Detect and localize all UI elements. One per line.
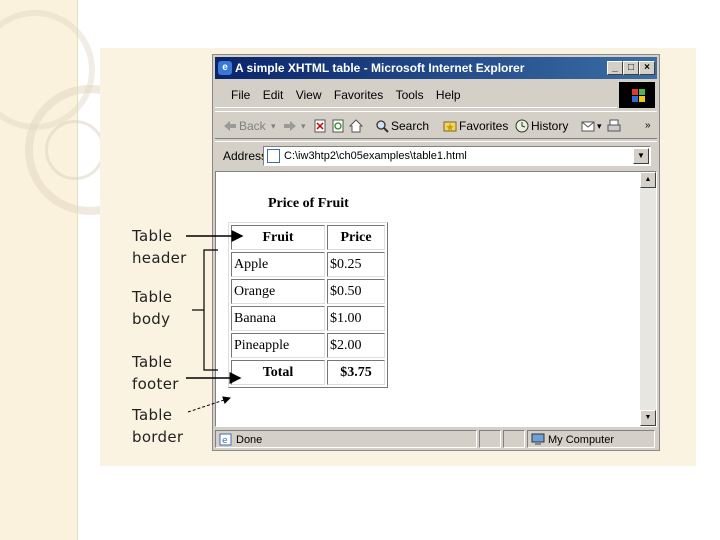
favorites-button[interactable]: Favorites [459, 112, 508, 140]
home-icon[interactable] [349, 119, 363, 133]
menu-tools[interactable]: Tools [396, 82, 424, 108]
annotation-line: body [132, 310, 171, 328]
stop-icon[interactable] [313, 119, 327, 133]
table-cell: $2.00 [327, 333, 385, 358]
menu-favorites[interactable]: Favorites [334, 82, 383, 108]
status-zone: My Computer [548, 434, 615, 446]
annotation-table-footer: Table footer [132, 351, 179, 395]
forward-dropdown-icon[interactable]: ▾ [301, 112, 306, 140]
maximize-button[interactable]: □ [623, 61, 639, 75]
address-dropdown-icon[interactable]: ▼ [633, 148, 649, 164]
table-row: Banana $1.00 [231, 306, 385, 331]
menu-file[interactable]: File [231, 82, 250, 108]
search-button[interactable]: Search [391, 112, 429, 140]
annotation-line: Table [132, 406, 173, 424]
scroll-up-icon[interactable]: ▲ [640, 172, 656, 188]
table-row: Apple $0.25 [231, 252, 385, 277]
table-row: Orange $0.50 [231, 279, 385, 304]
address-input[interactable]: C:\iw3htp2\ch05examples\table1.html ▼ [263, 146, 651, 166]
internet-explorer-icon: e [218, 61, 232, 75]
annotation-line: border [132, 428, 184, 446]
search-icon [376, 120, 389, 133]
status-pane [479, 430, 501, 448]
table-cell: $1.00 [327, 306, 385, 331]
refresh-icon[interactable] [331, 119, 345, 133]
toolbar: Back ▾ ▾ Search Favorites History ▾ » [215, 111, 657, 139]
menu-bar: File Edit View Favorites Tools Help [215, 82, 617, 108]
windows-logo-icon [619, 82, 655, 108]
favorites-icon [443, 121, 457, 132]
annotation-table-body: Table body [132, 286, 172, 330]
table-cell: Banana [231, 306, 325, 331]
table-header-row: Fruit Price [231, 225, 385, 250]
table-cell: Orange [231, 279, 325, 304]
back-arrow-icon [224, 121, 236, 131]
mail-dropdown-icon[interactable]: ▾ [597, 112, 602, 140]
footer-cell: $3.75 [327, 360, 385, 385]
table-caption: Price of Fruit [268, 196, 349, 211]
fruit-price-table: Fruit Price Total $3.75 Apple $0.25 Oran… [228, 222, 388, 388]
left-decorative-band [0, 0, 155, 540]
svg-text:e: e [222, 436, 228, 446]
address-value: C:\iw3htp2\ch05examples\table1.html [284, 150, 467, 162]
vertical-scrollbar[interactable]: ▲ ▼ [640, 172, 656, 426]
status-zone-pane: My Computer [527, 430, 655, 448]
status-bar: e Done My Computer [215, 429, 657, 449]
title-bar[interactable]: e A simple XHTML table - Microsoft Inter… [215, 57, 657, 79]
history-icon [515, 119, 529, 133]
table-cell: $0.50 [327, 279, 385, 304]
annotation-line: Table [132, 288, 173, 306]
annotation-table-header: Table header [132, 225, 187, 269]
table-cell: $0.25 [327, 252, 385, 277]
status-text: Done [236, 434, 263, 446]
scroll-down-icon[interactable]: ▼ [640, 410, 656, 426]
annotation-line: footer [132, 375, 179, 393]
print-icon[interactable] [607, 119, 621, 133]
table-cell: Apple [231, 252, 325, 277]
address-label: Address [223, 149, 268, 163]
history-button[interactable]: History [531, 112, 568, 140]
page-icon [267, 149, 280, 163]
back-dropdown-icon[interactable]: ▾ [271, 112, 276, 140]
status-pane [503, 430, 525, 448]
menu-edit[interactable]: Edit [263, 82, 284, 108]
decorative-ring [45, 120, 105, 180]
annotation-table-border: Table border [132, 404, 183, 448]
table-row: Pineapple $2.00 [231, 333, 385, 358]
header-cell: Price [327, 225, 385, 250]
annotation-line: Table [132, 227, 173, 245]
window-title: A simple XHTML table - Microsoft Interne… [235, 61, 525, 75]
menu-view[interactable]: View [296, 82, 322, 108]
header-cell: Fruit [231, 225, 325, 250]
address-bar: Address C:\iw3htp2\ch05examples\table1.h… [215, 141, 657, 169]
table-cell: Pineapple [231, 333, 325, 358]
close-button[interactable]: × [639, 61, 655, 75]
mail-icon[interactable] [581, 119, 595, 133]
back-button[interactable]: Back [239, 112, 266, 140]
toolbar-overflow-icon[interactable]: » [645, 112, 651, 140]
status-pane-main: e Done [215, 430, 477, 448]
minimize-button[interactable]: _ [607, 61, 623, 75]
forward-arrow-icon[interactable] [283, 119, 297, 133]
my-computer-icon [531, 433, 545, 445]
page-content: Price of Fruit Fruit Price Total $3.75 A… [215, 171, 657, 427]
annotation-line: header [132, 249, 187, 267]
page-done-icon: e [219, 433, 232, 446]
annotation-line: Table [132, 353, 173, 371]
table-footer-row: Total $3.75 [231, 360, 385, 385]
menu-help[interactable]: Help [436, 82, 461, 108]
slide-background: Table header Table body Table footer Tab… [0, 0, 720, 540]
footer-cell: Total [231, 360, 325, 385]
browser-window: e A simple XHTML table - Microsoft Inter… [212, 54, 660, 451]
